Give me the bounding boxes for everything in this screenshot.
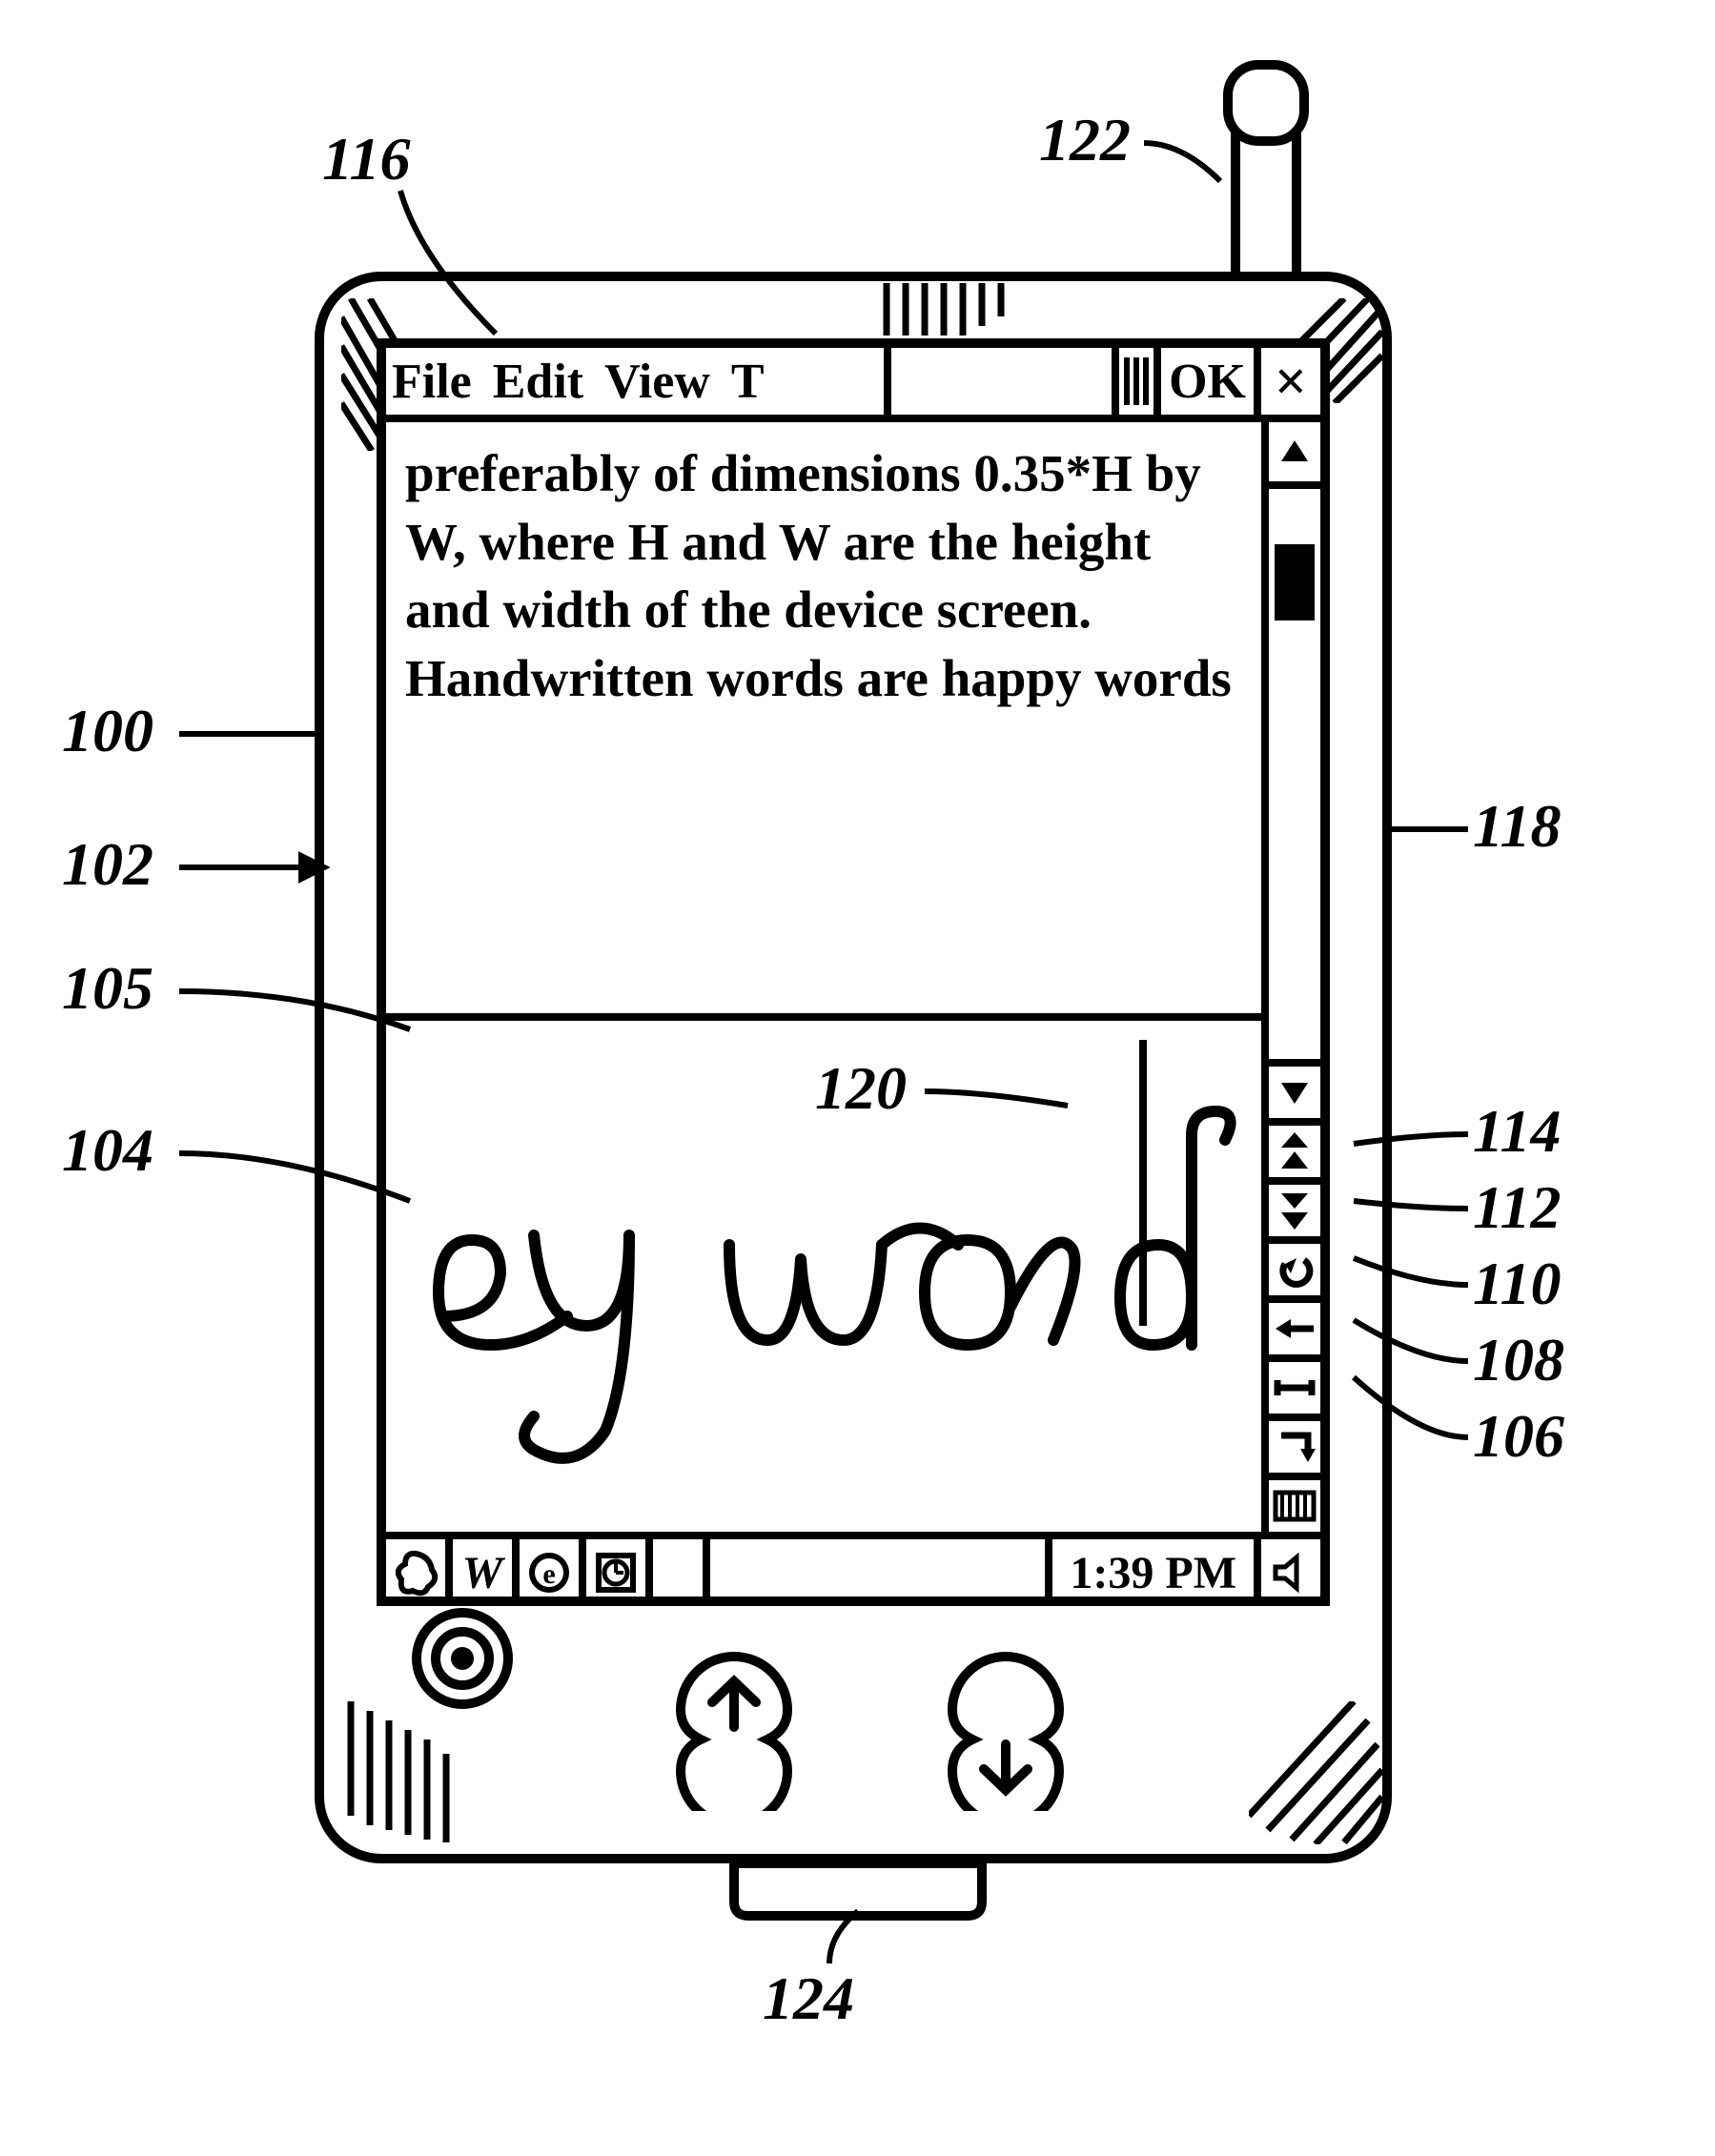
leader-lines: [0, 0, 1715, 2156]
